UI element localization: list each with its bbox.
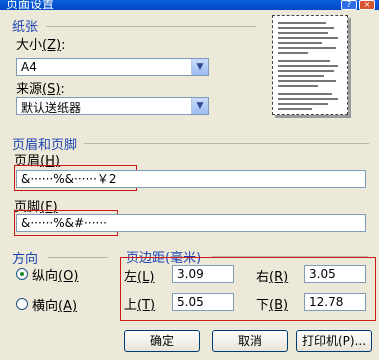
footer-input[interactable]: &······%&#······	[16, 214, 366, 232]
close-button[interactable]: ×	[359, 0, 375, 10]
header-input[interactable]: &······%&······￥2	[16, 170, 366, 188]
chevron-down-icon[interactable]: ▼	[191, 59, 208, 75]
header-footer-divider	[84, 143, 369, 144]
bottom-margin-input[interactable]: 12.78	[304, 293, 366, 311]
page-preview	[272, 15, 348, 115]
paper-size-select[interactable]: A4 ▼	[16, 58, 209, 76]
paper-source-select[interactable]: 默认送纸器 ▼	[16, 97, 209, 115]
portrait-radio[interactable]	[16, 268, 28, 280]
chevron-down-icon[interactable]: ▼	[191, 98, 208, 114]
right-margin-input[interactable]: 3.05	[304, 265, 366, 283]
cancel-button[interactable]: 取消	[212, 330, 288, 352]
landscape-radio[interactable]	[16, 298, 28, 310]
paper-size-value: A4	[21, 60, 37, 74]
paper-source-value: 默认送纸器	[21, 101, 82, 115]
portrait-label[interactable]: 纵向(O)	[32, 265, 78, 284]
paper-source-label: 来源(S):	[16, 82, 65, 97]
right-margin-label: 右(R)	[256, 270, 289, 285]
radio-selected-dot	[20, 272, 24, 276]
help-button[interactable]: ?	[341, 0, 357, 10]
left-margin-input[interactable]: 3.09	[172, 265, 234, 283]
ok-button[interactable]: 确定	[124, 330, 200, 352]
title-bar: 页面设置 ? ×	[0, 0, 379, 11]
window-title: 页面设置	[6, 0, 55, 11]
top-margin-label: 上(T)	[124, 298, 156, 313]
bottom-margin-label: 下(B)	[256, 298, 289, 313]
orientation-divider	[48, 257, 108, 258]
paper-group-label: 纸张	[12, 20, 39, 35]
top-margin-input[interactable]: 5.05	[172, 293, 234, 311]
paper-group-divider	[46, 26, 256, 27]
landscape-label[interactable]: 横向(A)	[32, 295, 77, 314]
printer-button[interactable]: 打印机(P)...	[296, 330, 372, 352]
paper-size-label: 大小(Z):	[16, 38, 66, 53]
left-margin-label: 左(L)	[124, 270, 155, 285]
